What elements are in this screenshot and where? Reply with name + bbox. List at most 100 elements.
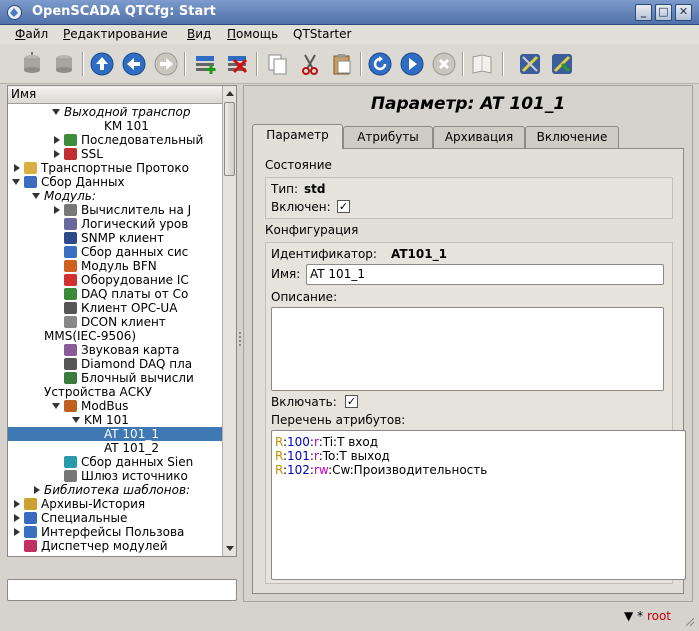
menu-view[interactable]: Вид xyxy=(187,27,211,41)
manual-icon[interactable] xyxy=(468,50,496,78)
db-save-icon[interactable] xyxy=(50,50,78,78)
resize-grip-icon[interactable] xyxy=(685,617,695,627)
daq-icon xyxy=(24,176,37,188)
tab-content: Состояние Тип: std Включен: ✓ Конфигурац… xyxy=(252,148,686,594)
tree-item[interactable]: Модуль: xyxy=(8,189,222,203)
tree-item[interactable]: Сбор Данных xyxy=(8,175,222,189)
maximize-button[interactable]: □ xyxy=(655,4,672,21)
status-user-area[interactable]: ▼ * root xyxy=(624,609,671,623)
expand-right-icon[interactable] xyxy=(54,136,60,144)
scroll-thumb[interactable] xyxy=(224,102,235,176)
refresh-icon[interactable] xyxy=(366,50,394,78)
navigation-tree[interactable]: Имя Выходной транспор KM 101 Последователь… xyxy=(7,85,237,557)
tree-item[interactable]: Diamond DAQ пла xyxy=(8,357,222,371)
dropdown-arrow-icon[interactable]: ▼ xyxy=(624,609,633,623)
expand-right-icon[interactable] xyxy=(34,486,40,494)
tree-item[interactable]: AT 101_2 xyxy=(8,441,222,455)
expand-down-icon[interactable] xyxy=(52,109,60,115)
menu-help[interactable]: Помощь xyxy=(227,27,278,41)
tree-item[interactable]: Транспортные Протоко xyxy=(8,161,222,175)
tree-item[interactable]: Устройства АСКУ xyxy=(8,385,222,399)
delete-item-icon[interactable] xyxy=(224,50,252,78)
tree-item[interactable]: Шлюз источнико xyxy=(8,469,222,483)
tree-item[interactable]: Специальные xyxy=(8,511,222,525)
expand-right-icon[interactable] xyxy=(14,514,20,522)
tree-item[interactable]: DCON клиент xyxy=(8,315,222,329)
expand-down-icon[interactable] xyxy=(12,179,20,185)
name-input[interactable]: AT 101_1 xyxy=(306,264,664,285)
db-load-icon[interactable] xyxy=(18,50,46,78)
tree-item-label: Интерфейсы Пользова xyxy=(41,525,185,539)
icp-icon xyxy=(64,274,77,286)
tree-item[interactable]: DAQ платы от Co xyxy=(8,287,222,301)
back-icon[interactable] xyxy=(120,50,148,78)
scroll-up-icon[interactable] xyxy=(226,91,234,96)
tree-item[interactable]: KM 101 xyxy=(8,119,222,133)
paste-icon[interactable] xyxy=(328,50,356,78)
attr-list-textarea[interactable]: R:100:r:Ti:T вход R:101:r:To:T выход R:1… xyxy=(271,430,686,580)
copy-icon[interactable] xyxy=(264,50,292,78)
cut-icon[interactable] xyxy=(296,50,324,78)
tree-item[interactable]: SNMP клиент xyxy=(8,231,222,245)
tab-enable[interactable]: Включение xyxy=(525,126,619,148)
expand-right-icon[interactable] xyxy=(14,500,20,508)
tree-item[interactable]: Блочный вычисли xyxy=(8,371,222,385)
tree-filter-input[interactable] xyxy=(7,579,237,601)
tools-icon-1[interactable] xyxy=(516,50,544,78)
tools-icon-2[interactable] xyxy=(548,50,576,78)
add-item-icon[interactable] xyxy=(192,50,220,78)
tab-parameter[interactable]: Параметр xyxy=(252,124,343,149)
tree-item-label: AT 101_1 xyxy=(104,427,159,441)
tree-item[interactable]: Сбор данных Sien xyxy=(8,455,222,469)
tree-item[interactable]: KM 101 xyxy=(8,413,222,427)
tree-item[interactable]: Сбор данных сис xyxy=(8,245,222,259)
expand-right-icon[interactable] xyxy=(14,164,20,172)
expand-right-icon[interactable] xyxy=(54,206,60,214)
forward-icon[interactable] xyxy=(152,50,180,78)
start-icon[interactable] xyxy=(398,50,426,78)
tree-item[interactable]: Логический уров xyxy=(8,217,222,231)
enabled-checkbox[interactable]: ✓ xyxy=(337,200,350,213)
expand-right-icon[interactable] xyxy=(14,528,20,536)
tree-item[interactable]: SSL xyxy=(8,147,222,161)
menu-file[interactable]: Файл xyxy=(15,27,48,41)
expand-down-icon[interactable] xyxy=(52,403,60,409)
expand-down-icon[interactable] xyxy=(32,193,40,199)
tree-item[interactable]: Последовательный xyxy=(8,133,222,147)
tab-archiving[interactable]: Архивация xyxy=(433,126,525,148)
tab-attributes[interactable]: Атрибуты xyxy=(343,126,433,148)
description-textarea[interactable] xyxy=(271,307,664,391)
stop-icon[interactable] xyxy=(430,50,458,78)
up-icon[interactable] xyxy=(88,50,116,78)
tree-scrollbar[interactable] xyxy=(222,86,236,556)
archive-icon xyxy=(24,498,37,510)
menu-qtstarter[interactable]: QTStarter xyxy=(293,27,351,41)
tree-item[interactable]: Выходной транспор xyxy=(8,105,222,119)
tree-item[interactable]: AT 101_1 xyxy=(8,427,222,441)
snmp-icon xyxy=(64,232,77,244)
tree-item-label: SSL xyxy=(81,147,103,161)
expand-down-icon[interactable] xyxy=(72,417,80,423)
tree-item[interactable]: Звуковая карта xyxy=(8,343,222,357)
config-section-label: Конфигурация xyxy=(265,223,359,237)
tree-item[interactable]: Клиент OPC-UA xyxy=(8,301,222,315)
tree-item[interactable]: Архивы-История xyxy=(8,497,222,511)
tree-item[interactable]: Диспетчер модулей xyxy=(8,539,222,553)
tree-column-header[interactable]: Имя xyxy=(8,86,222,104)
tree-item[interactable]: Вычислитель на J xyxy=(8,203,222,217)
tree-item[interactable]: Библиотека шаблонов: xyxy=(8,483,222,497)
panel-splitter[interactable] xyxy=(238,330,242,350)
enable-checkbox[interactable]: ✓ xyxy=(345,395,358,408)
minimize-button[interactable]: _ xyxy=(635,4,652,21)
tree-item[interactable]: MMS(IEC-9506) xyxy=(8,329,222,343)
expand-right-icon[interactable] xyxy=(54,150,60,158)
menu-edit[interactable]: Редактирование xyxy=(63,27,168,41)
tree-item[interactable]: Модуль BFN xyxy=(8,259,222,273)
daqboard-icon xyxy=(64,288,77,300)
tree-item[interactable]: ModBus xyxy=(8,399,222,413)
tree-item[interactable]: Оборудование IC xyxy=(8,273,222,287)
scroll-down-icon[interactable] xyxy=(226,546,234,551)
close-button[interactable]: ✕ xyxy=(675,4,692,21)
serial-icon xyxy=(64,134,77,146)
tree-item[interactable]: Интерфейсы Пользова xyxy=(8,525,222,539)
